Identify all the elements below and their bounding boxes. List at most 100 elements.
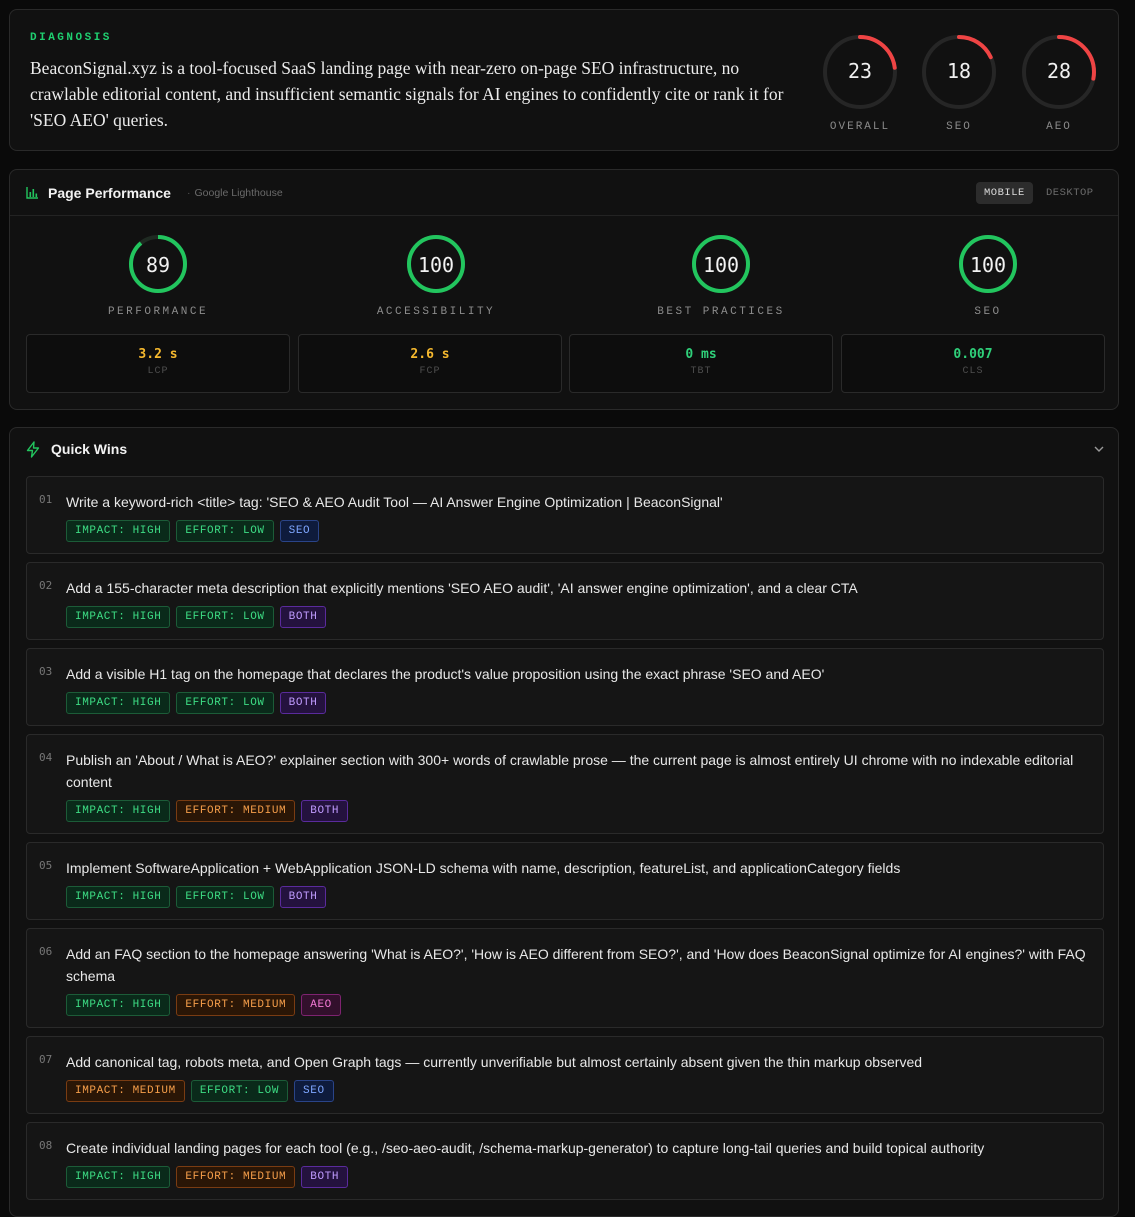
lcp-value: 3.2 s (138, 347, 178, 362)
performance-gauge: 89 PERFORMANCE (78, 234, 238, 318)
quick-win-item[interactable]: 06 Add an FAQ section to the homepage an… (26, 928, 1104, 1028)
lcp-label: LCP (147, 366, 169, 377)
quick-win-number: 08 (39, 1139, 53, 1152)
effort-tag: EFFORT: MEDIUM (176, 800, 296, 822)
quick-wins-card: Quick Wins 01 Write a keyword-rich <titl… (9, 427, 1119, 1217)
quick-win-tags: IMPACT: HIGH EFFORT: MEDIUM BOTH (66, 800, 349, 822)
impact-tag: IMPACT: HIGH (66, 994, 171, 1016)
quick-win-text: Add canonical tag, robots meta, and Open… (66, 1054, 923, 1070)
overall-score-gauge: 23 OVERALL (820, 32, 900, 133)
tbt-metric: 0 ms TBT (569, 334, 833, 393)
cls-value: 0.007 (953, 347, 993, 362)
category-tag: BOTH (301, 1166, 349, 1188)
quick-win-tags: IMPACT: HIGH EFFORT: MEDIUM BOTH (66, 1166, 349, 1188)
impact-tag: IMPACT: HIGH (66, 520, 171, 542)
fcp-value: 2.6 s (410, 347, 450, 362)
effort-tag: EFFORT: LOW (176, 606, 274, 628)
quick-win-number: 07 (39, 1053, 53, 1066)
best-practices-value: 100 (702, 253, 740, 277)
aeo-score-label: AEO (1046, 121, 1072, 133)
effort-tag: EFFORT: LOW (176, 692, 274, 714)
accessibility-value: 100 (417, 253, 455, 277)
effort-tag: EFFORT: MEDIUM (176, 994, 296, 1016)
category-tag: BOTH (279, 692, 327, 714)
lighthouse-seo-gauge: 100 SEO (908, 234, 1068, 318)
quick-win-number: 02 (39, 579, 53, 592)
impact-tag: IMPACT: HIGH (66, 886, 171, 908)
quick-win-item[interactable]: 01 Write a keyword-rich <title> tag: 'SE… (26, 476, 1104, 554)
impact-tag: IMPACT: HIGH (66, 800, 171, 822)
aeo-score-value: 28 (1046, 59, 1072, 83)
effort-tag: EFFORT: LOW (176, 520, 274, 542)
quick-win-text: Create individual landing pages for each… (66, 1140, 985, 1156)
seo-score-label: SEO (946, 121, 972, 133)
category-tag: SEO (294, 1080, 334, 1102)
cls-metric: 0.007 CLS (841, 334, 1105, 393)
quick-win-text: Add a 155-character meta description tha… (66, 580, 858, 596)
quick-win-tags: IMPACT: HIGH EFFORT: LOW BOTH (66, 886, 327, 908)
quick-win-item[interactable]: 05 Implement SoftwareApplication + WebAp… (26, 842, 1104, 920)
performance-label: PERFORMANCE (107, 306, 209, 318)
tbt-value: 0 ms (685, 347, 717, 362)
quick-win-tags: IMPACT: MEDIUM EFFORT: LOW SEO (66, 1080, 334, 1102)
category-tag: BOTH (301, 800, 349, 822)
overall-score-label: OVERALL (829, 121, 891, 133)
lighthouse-seo-value: 100 (969, 253, 1007, 277)
lightning-bolt-icon (26, 441, 40, 458)
quick-win-text: Publish an 'About / What is AEO?' explai… (66, 752, 1074, 790)
quick-win-tags: IMPACT: HIGH EFFORT: LOW BOTH (66, 692, 327, 714)
quick-win-text: Implement SoftwareApplication + WebAppli… (66, 860, 901, 876)
bar-chart-icon (26, 187, 38, 199)
quick-win-item[interactable]: 02 Add a 155-character meta description … (26, 562, 1104, 640)
quick-win-number: 06 (39, 945, 53, 958)
chevron-down-icon[interactable] (1093, 443, 1105, 455)
quick-win-item[interactable]: 03 Add a visible H1 tag on the homepage … (26, 648, 1104, 726)
impact-tag: IMPACT: HIGH (66, 606, 171, 628)
accessibility-gauge: 100 ACCESSIBILITY (356, 234, 516, 318)
effort-tag: EFFORT: LOW (176, 886, 274, 908)
best-practices-gauge: 100 BEST PRACTICES (641, 234, 801, 318)
quick-win-number: 05 (39, 859, 53, 872)
quick-wins-title: Quick Wins (51, 441, 128, 457)
overall-score-value: 23 (847, 59, 873, 83)
fcp-metric: 2.6 s FCP (298, 334, 562, 393)
category-tag: BOTH (279, 606, 327, 628)
quick-win-text: Add an FAQ section to the homepage answe… (66, 946, 1086, 984)
category-tag: BOTH (279, 886, 327, 908)
lighthouse-seo-label: SEO (974, 306, 1002, 318)
performance-subtitle: Google Lighthouse (187, 187, 283, 199)
impact-tag: IMPACT: HIGH (66, 692, 171, 714)
performance-value: 89 (145, 253, 171, 277)
quick-win-item[interactable]: 07 Add canonical tag, robots meta, and O… (26, 1036, 1104, 1114)
quick-win-item[interactable]: 04 Publish an 'About / What is AEO?' exp… (26, 734, 1104, 834)
category-tag: SEO (279, 520, 320, 542)
diagnosis-text: BeaconSignal.xyz is a tool-focused SaaS … (30, 58, 784, 130)
aeo-score-gauge: 28 AEO (1019, 32, 1099, 133)
performance-card: Page Performance Google Lighthouse MOBIL… (9, 169, 1119, 410)
quick-win-number: 01 (39, 493, 53, 506)
quick-win-tags: IMPACT: HIGH EFFORT: LOW SEO (66, 520, 320, 542)
tbt-label: TBT (690, 366, 712, 377)
fcp-label: FCP (419, 366, 441, 377)
seo-score-value: 18 (946, 59, 972, 83)
lcp-metric: 3.2 s LCP (26, 334, 290, 393)
quick-win-text: Add a visible H1 tag on the homepage tha… (66, 666, 825, 682)
best-practices-label: BEST PRACTICES (657, 306, 785, 318)
impact-tag: IMPACT: MEDIUM (66, 1080, 185, 1102)
performance-title: Page Performance (48, 185, 171, 201)
diagnosis-label: DIAGNOSIS (30, 32, 112, 44)
performance-header: Page Performance Google Lighthouse MOBIL… (10, 170, 1118, 216)
diagnosis-card: DIAGNOSIS BeaconSignal.xyz is a tool-foc… (9, 9, 1119, 151)
quick-win-text: Write a keyword-rich <title> tag: 'SEO &… (66, 494, 723, 510)
accessibility-label: ACCESSIBILITY (376, 306, 496, 318)
mobile-toggle-button[interactable]: MOBILE (976, 182, 1033, 204)
category-tag: AEO (301, 994, 341, 1016)
impact-tag: IMPACT: HIGH (66, 1166, 171, 1188)
quick-win-number: 04 (39, 751, 53, 764)
quick-win-number: 03 (39, 665, 53, 678)
effort-tag: EFFORT: LOW (190, 1080, 289, 1102)
quick-win-tags: IMPACT: HIGH EFFORT: LOW BOTH (66, 606, 327, 628)
desktop-toggle-button[interactable]: DESKTOP (1038, 182, 1102, 204)
quick-win-item[interactable]: 08 Create individual landing pages for e… (26, 1122, 1104, 1200)
cls-label: CLS (962, 366, 984, 377)
